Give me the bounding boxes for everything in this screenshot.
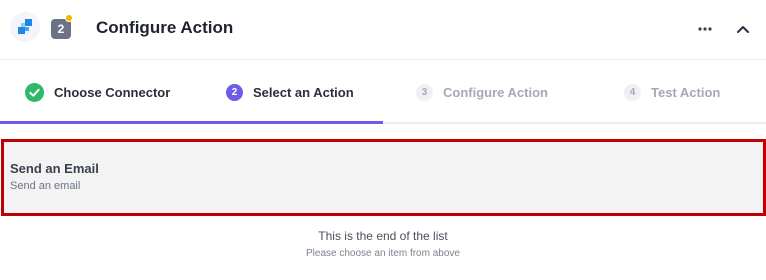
check-circle-icon	[25, 83, 44, 102]
notification-dot	[65, 14, 73, 22]
chevron-up-icon	[737, 25, 749, 33]
tab-number: 3	[416, 84, 433, 101]
more-dots-icon	[698, 27, 712, 31]
action-subtitle: Send an email	[10, 180, 81, 192]
list-end-hint: Please choose an item from above	[306, 248, 460, 259]
step-number-badge: 2	[51, 19, 71, 39]
active-tab-indicator	[0, 121, 383, 124]
app-logo-icon	[10, 12, 40, 42]
tab-select-action[interactable]: 2 Select an Action	[226, 61, 354, 124]
collapse-button[interactable]	[732, 18, 754, 40]
tab-number: 2	[226, 84, 243, 101]
action-header: 2 Configure Action	[0, 0, 766, 60]
list-end-message: This is the end of the list	[318, 229, 448, 243]
more-options-button[interactable]	[694, 18, 716, 40]
tab-test-action[interactable]: 4 Test Action	[624, 61, 720, 124]
tab-configure-action[interactable]: 3 Configure Action	[416, 61, 548, 124]
page-title: Configure Action	[96, 18, 234, 37]
tab-label: Test Action	[651, 85, 721, 100]
action-item-send-email[interactable]: Send an Email Send an email	[1, 139, 766, 216]
tab-choose-connector[interactable]: Choose Connector	[25, 61, 170, 124]
tab-label: Select an Action	[253, 85, 354, 100]
tab-label: Choose Connector	[54, 85, 171, 100]
tab-label: Configure Action	[443, 85, 548, 100]
step-tabs: Choose Connector 2 Select an Action 3 Co…	[0, 61, 766, 124]
tab-number: 4	[624, 84, 641, 101]
action-title: Send an Email	[10, 161, 99, 176]
